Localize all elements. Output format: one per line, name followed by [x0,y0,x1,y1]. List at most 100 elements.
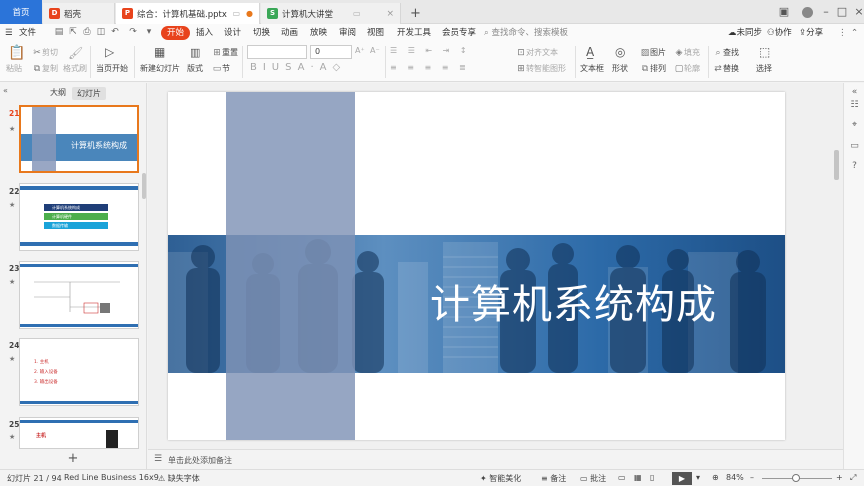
new-slide-button[interactable]: 新建幻灯片 [140,63,180,74]
convert-smartart-button[interactable]: ⊞转智能图形 [516,63,566,74]
save-icon[interactable]: ▤ [54,27,64,38]
new-slide-icon: ▦ [154,45,166,59]
collapse-icon[interactable]: « [849,87,860,98]
cut-button[interactable]: ✂剪切 [32,47,58,58]
font-name-input[interactable] [247,45,307,59]
menu-animation[interactable]: 动画 [281,26,298,40]
text-direction-button[interactable]: ⊡对齐文本 [516,47,558,58]
zoom-level[interactable]: 84% [726,473,744,482]
menu-slideshow[interactable]: 放映 [310,26,327,40]
fill-button[interactable]: ◈ 填充 [674,47,700,58]
pin-icon[interactable]: ⌖ [849,120,860,131]
reset-button[interactable]: ⊞重置 [212,47,238,58]
window-icon[interactable]: ▭ [353,9,361,18]
zoom-in-icon[interactable]: + [836,473,843,482]
list-icons[interactable]: ☰ ☰ ⇤ ⇥ ↕ [390,46,471,55]
share-button[interactable]: ⇪分享 [799,26,823,40]
reading-view-icon[interactable]: ▯ [650,473,654,482]
picture-button[interactable]: ▨图片 [640,47,666,58]
slide[interactable]: 计算机系统构成 [168,92,785,440]
arrange-button[interactable]: ⧉ 排列 [640,63,666,74]
settings-sliders-icon[interactable]: ☷ [849,100,860,111]
slides-panel: « 大纲 幻灯片 21 ★ 计算机系统构成 22 ★ 计算机系统构成 计算机硬件… [0,83,147,469]
slide-title[interactable]: 计算机系统构成 [430,272,717,330]
font-grow-icon[interactable]: A⁺ [355,46,365,55]
layout-button[interactable]: 版式 [187,63,203,74]
preview-icon[interactable]: ◫ [96,27,106,38]
window-icon[interactable]: ▭ [232,9,240,18]
notes-placeholder[interactable]: 单击此处添加备注 [168,455,232,466]
menu-design[interactable]: 设计 [224,26,241,40]
export-icon[interactable]: ⇱ [68,27,78,38]
collapse-ribbon-icon[interactable]: ⌃ [851,26,858,40]
search-command[interactable]: ⌕ 查找命令、搜索模板 [484,26,568,40]
fit-icon[interactable]: ⊕ [712,473,719,482]
menu-view[interactable]: 视图 [367,26,384,40]
menu-review[interactable]: 审阅 [339,26,356,40]
font-size-input[interactable]: 0 [310,45,352,59]
align-icons[interactable]: ≡ ≡ ≡ ≡ ≣ [390,63,470,72]
sync-status[interactable]: ☁未同步 [728,26,762,40]
tab-lecture[interactable]: S 计算机大讲堂 ▭ × [261,3,401,24]
more-menu-icon[interactable]: ⋮ [838,26,847,40]
add-slide-button[interactable]: + [0,449,146,469]
outline-button[interactable]: ▢轮廓 [674,63,700,74]
font-shrink-icon[interactable]: A⁻ [370,46,380,55]
section-button[interactable]: ▭节 [212,63,230,74]
normal-view-icon[interactable]: ▭ [618,473,626,482]
undo-icon[interactable]: ↶ [110,27,120,38]
slide-thumb-23[interactable] [19,261,139,329]
menu-member[interactable]: 会员专享 [442,26,476,40]
print-icon[interactable]: ⎙ [82,27,92,38]
comments-icon[interactable]: ▭ [849,141,860,152]
panel-scrollbar[interactable] [142,173,146,199]
slide-thumb-22[interactable]: 计算机系统构成 计算机硬件 数据传输 [19,183,139,251]
sorter-view-icon[interactable]: ▦ [634,473,642,482]
notes-bar[interactable]: ☰ 单击此处添加备注 [148,449,843,469]
copy-button[interactable]: ⧉ 复制 [32,63,58,74]
tab-home[interactable]: 首页 [0,0,42,24]
textbox-button[interactable]: 文本框 [580,63,604,74]
redo-icon[interactable]: ↷ [128,27,138,38]
replace-button[interactable]: ⇄替换 [713,63,739,74]
tab-docer[interactable]: D 稻壳 [43,3,115,24]
collab-button[interactable]: ⚇协作 [767,26,792,40]
new-tab-button[interactable]: + [404,3,427,24]
thumb-line: 3. 输出设备 [34,380,58,385]
close-window-icon[interactable]: × [845,0,864,24]
play-options-icon[interactable]: ▾ [696,473,700,482]
format-painter-button[interactable]: 格式刷 [63,63,87,74]
menu-icon[interactable]: ☰ [5,26,13,40]
missing-font-button[interactable]: ⚠ 缺失字体 [158,473,200,484]
font-style-icons[interactable]: BIUSA·A◇ [250,62,346,73]
zoom-slider-thumb[interactable] [792,474,800,482]
smart-beautify-button[interactable]: ✦ 智能美化 [480,473,521,484]
menu-transition[interactable]: 切换 [253,26,270,40]
find-button[interactable]: ⌕ 查找 [713,47,739,58]
shape-button[interactable]: 形状 [612,63,628,74]
play-slideshow-button[interactable]: ▶ [672,472,692,485]
zoom-out-icon[interactable]: – [750,473,754,482]
menu-developer[interactable]: 开发工具 [397,26,431,40]
more-icon[interactable]: ▾ [144,27,154,38]
menu-home[interactable]: 开始 [161,26,191,40]
menu-insert[interactable]: 插入 [196,26,213,40]
select-button[interactable]: 选择 [756,63,772,74]
fit-window-icon[interactable]: ⤢ [850,473,856,483]
close-tab-icon[interactable]: × [386,9,394,19]
notes-toggle[interactable]: ≡ 备注 [541,473,566,484]
paste-button[interactable]: 粘贴 [6,63,22,74]
collapse-panel-icon[interactable]: « [3,86,8,95]
tab-pptx[interactable]: P 综合：计算机基础.pptx ▭ ● [116,3,260,24]
slide-thumb-25[interactable]: 主机 [19,417,139,449]
help-icon[interactable]: ? [849,161,860,172]
slide-thumb-21[interactable]: 计算机系统构成 [19,105,139,173]
play-current-button[interactable]: 当页开始 [96,63,128,74]
tab-slides[interactable]: 幻灯片 [72,87,106,100]
canvas-scrollbar[interactable] [834,150,839,180]
slide-thumb-24[interactable]: 1. 主机 2. 输入设备 3. 输出设备 [19,338,139,406]
tab-outline[interactable]: 大纲 [50,87,66,98]
menu-file[interactable]: 文件 [19,26,36,40]
theme-name[interactable]: Red Line Business 16x9 [64,473,159,482]
comments-toggle[interactable]: ▭ 批注 [580,473,606,484]
